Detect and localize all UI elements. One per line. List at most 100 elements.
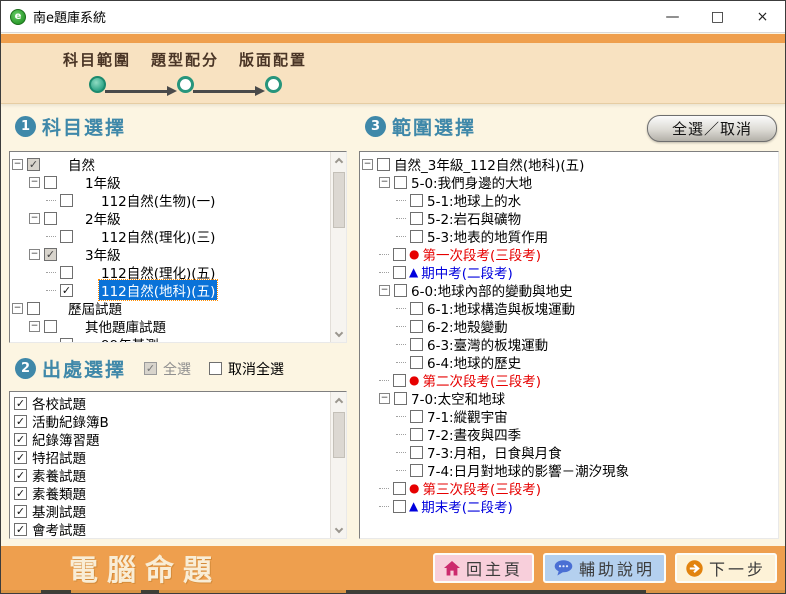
tree-node-label[interactable]: 5-0:我們身邊的大地 [409,172,534,192]
scrollbar[interactable] [330,152,346,342]
tree-node[interactable]: − 6-0:地球內部的變動與地史 [362,281,778,299]
tree-checkbox[interactable]: ✓ [27,158,40,171]
tree-node[interactable]: ✓112自然(地科)(五) [12,281,329,299]
source-item-checkbox[interactable]: ✓ [14,415,27,428]
tree-checkbox[interactable] [393,500,406,513]
subject-tree[interactable]: −✓自然−1年級112自然(生物)(一)−2年級112自然(理化)(三)−✓3年… [10,152,329,342]
tree-node[interactable]: 6-2:地殼變動 [362,317,778,335]
tree-node[interactable]: 6-1:地球構造與板塊運動 [362,299,778,317]
tree-node[interactable]: 7-2:晝夜與四季 [362,425,778,443]
tree-node-label[interactable]: 6-1:地球構造與板塊運動 [425,298,577,318]
scrollbar[interactable] [330,392,346,538]
tree-node[interactable]: ●第三次段考(三段考) [362,479,778,497]
tree-node[interactable]: 7-1:縱觀宇宙 [362,407,778,425]
tree-checkbox[interactable] [410,338,423,351]
collapse-icon[interactable]: − [29,321,40,332]
tree-node[interactable]: − 歷屆試題 [12,299,329,317]
select-all-toggle-button[interactable]: 全選／取消 [647,115,777,142]
tree-node-label[interactable]: 112自然(理化)(五) [99,262,217,282]
tree-checkbox[interactable] [44,320,57,333]
scroll-up-button[interactable] [331,152,347,168]
source-list-item[interactable]: ✓特招試題 [12,448,329,466]
tree-checkbox[interactable]: ✓ [60,284,73,297]
tree-node-label[interactable]: 自然_3年級_112自然(地科)(五) [392,154,586,174]
tree-node[interactable]: 5-2:岩石與礦物 [362,209,778,227]
tree-node[interactable]: −✓自然 [12,155,329,173]
scroll-down-button[interactable] [331,326,347,342]
tree-node[interactable]: − 其他題庫試題 [12,317,329,335]
source-list-item[interactable]: ✓素養類題 [12,484,329,502]
tree-node[interactable]: ▲期中考(二段考) [362,263,778,281]
tree-node-label[interactable]: 112自然(生物)(一) [99,190,217,210]
tree-node-label[interactable]: 6-3:臺灣的板塊運動 [425,334,550,354]
maximize-button[interactable]: □ [695,1,740,32]
source-list[interactable]: ✓各校試題✓活動紀錄簿B✓紀錄簿習題✓特招試題✓素養試題✓素養類題✓基測試題✓會… [10,392,329,538]
tree-node-label[interactable]: 歷屆試題 [66,298,124,318]
source-list-item[interactable]: ✓各校試題 [12,394,329,412]
tree-node-label[interactable]: 5-3:地表的地質作用 [425,226,550,246]
select-all-checkbox[interactable]: ✓ [144,362,157,375]
tree-node[interactable]: ▲期末考(二段考) [362,497,778,515]
tree-node-label[interactable]: 5-2:岩石與礦物 [425,208,523,228]
tree-checkbox[interactable]: ✓ [44,248,57,261]
minimize-button[interactable]: — [650,1,695,32]
tree-checkbox[interactable] [60,338,73,343]
collapse-icon[interactable]: − [12,159,23,170]
source-item-checkbox[interactable]: ✓ [14,469,27,482]
tree-checkbox[interactable] [410,356,423,369]
tree-node[interactable]: 112自然(理化)(三) [12,227,329,245]
tree-node[interactable]: 112自然(理化)(五) [12,263,329,281]
tree-node[interactable]: 112自然(生物)(一) [12,191,329,209]
source-list-item[interactable]: ✓素養試題 [12,466,329,484]
help-button[interactable]: 輔助說明 [543,553,666,583]
tree-node[interactable]: 6-3:臺灣的板塊運動 [362,335,778,353]
tree-node-label[interactable]: 6-0:地球內部的變動與地史 [409,280,575,300]
tree-node[interactable]: 7-3:月相，日食與月食 [362,443,778,461]
tree-node-label[interactable]: 其他題庫試題 [83,316,168,336]
tree-checkbox[interactable] [410,410,423,423]
tree-checkbox[interactable] [410,320,423,333]
tree-checkbox[interactable] [410,230,423,243]
collapse-icon[interactable]: − [29,249,40,260]
tree-checkbox[interactable] [410,302,423,315]
tree-node-label[interactable]: 112自然(理化)(三) [99,226,217,246]
tree-node[interactable]: − 2年級 [12,209,329,227]
tree-checkbox[interactable] [377,158,390,171]
collapse-icon[interactable]: − [29,213,40,224]
source-item-checkbox[interactable]: ✓ [14,397,27,410]
tree-checkbox[interactable] [410,446,423,459]
tree-node[interactable]: 99年基測 [12,335,329,342]
tree-node[interactable]: ●第二次段考(三段考) [362,371,778,389]
deselect-all-checkbox[interactable] [209,362,222,375]
tree-checkbox[interactable] [410,212,423,225]
scroll-thumb[interactable] [333,412,345,458]
tree-node[interactable]: ●第一次段考(三段考) [362,245,778,263]
source-list-item[interactable]: ✓活動紀錄簿B [12,412,329,430]
collapse-icon[interactable]: − [379,285,390,296]
home-button[interactable]: 回主頁 [433,553,534,583]
tree-node-label[interactable]: 5-1:地球上的水 [425,190,523,210]
next-button[interactable]: 下一步 [675,553,777,583]
collapse-icon[interactable]: − [379,393,390,404]
source-item-checkbox[interactable]: ✓ [14,433,27,446]
tree-node-label[interactable]: 7-1:縱觀宇宙 [425,406,510,426]
tree-node-label[interactable]: 2年級 [83,208,123,228]
tree-checkbox[interactable] [60,230,73,243]
source-item-checkbox[interactable]: ✓ [14,523,27,536]
tree-node-label[interactable]: 7-3:月相，日食與月食 [425,442,564,462]
tree-node[interactable]: − 自然_3年級_112自然(地科)(五) [362,155,778,173]
tree-node-label[interactable]: 1年級 [83,172,123,192]
tree-checkbox[interactable] [394,176,407,189]
deselect-all-control[interactable]: 取消全選 [209,359,284,379]
scope-tree[interactable]: −自然_3年級_112自然(地科)(五)−5-0:我們身邊的大地5-1:地球上的… [360,152,778,538]
tree-checkbox[interactable] [410,194,423,207]
tree-node-label[interactable]: 7-2:晝夜與四季 [425,424,523,444]
collapse-icon[interactable]: − [12,303,23,314]
collapse-icon[interactable]: − [379,177,390,188]
step-circle[interactable] [265,76,282,93]
tree-checkbox[interactable] [410,464,423,477]
tree-node[interactable]: −7-0:太空和地球 [362,389,778,407]
step-circle[interactable] [177,76,194,93]
tree-node[interactable]: 6-4:地球的歷史 [362,353,778,371]
collapse-icon[interactable]: − [362,159,373,170]
